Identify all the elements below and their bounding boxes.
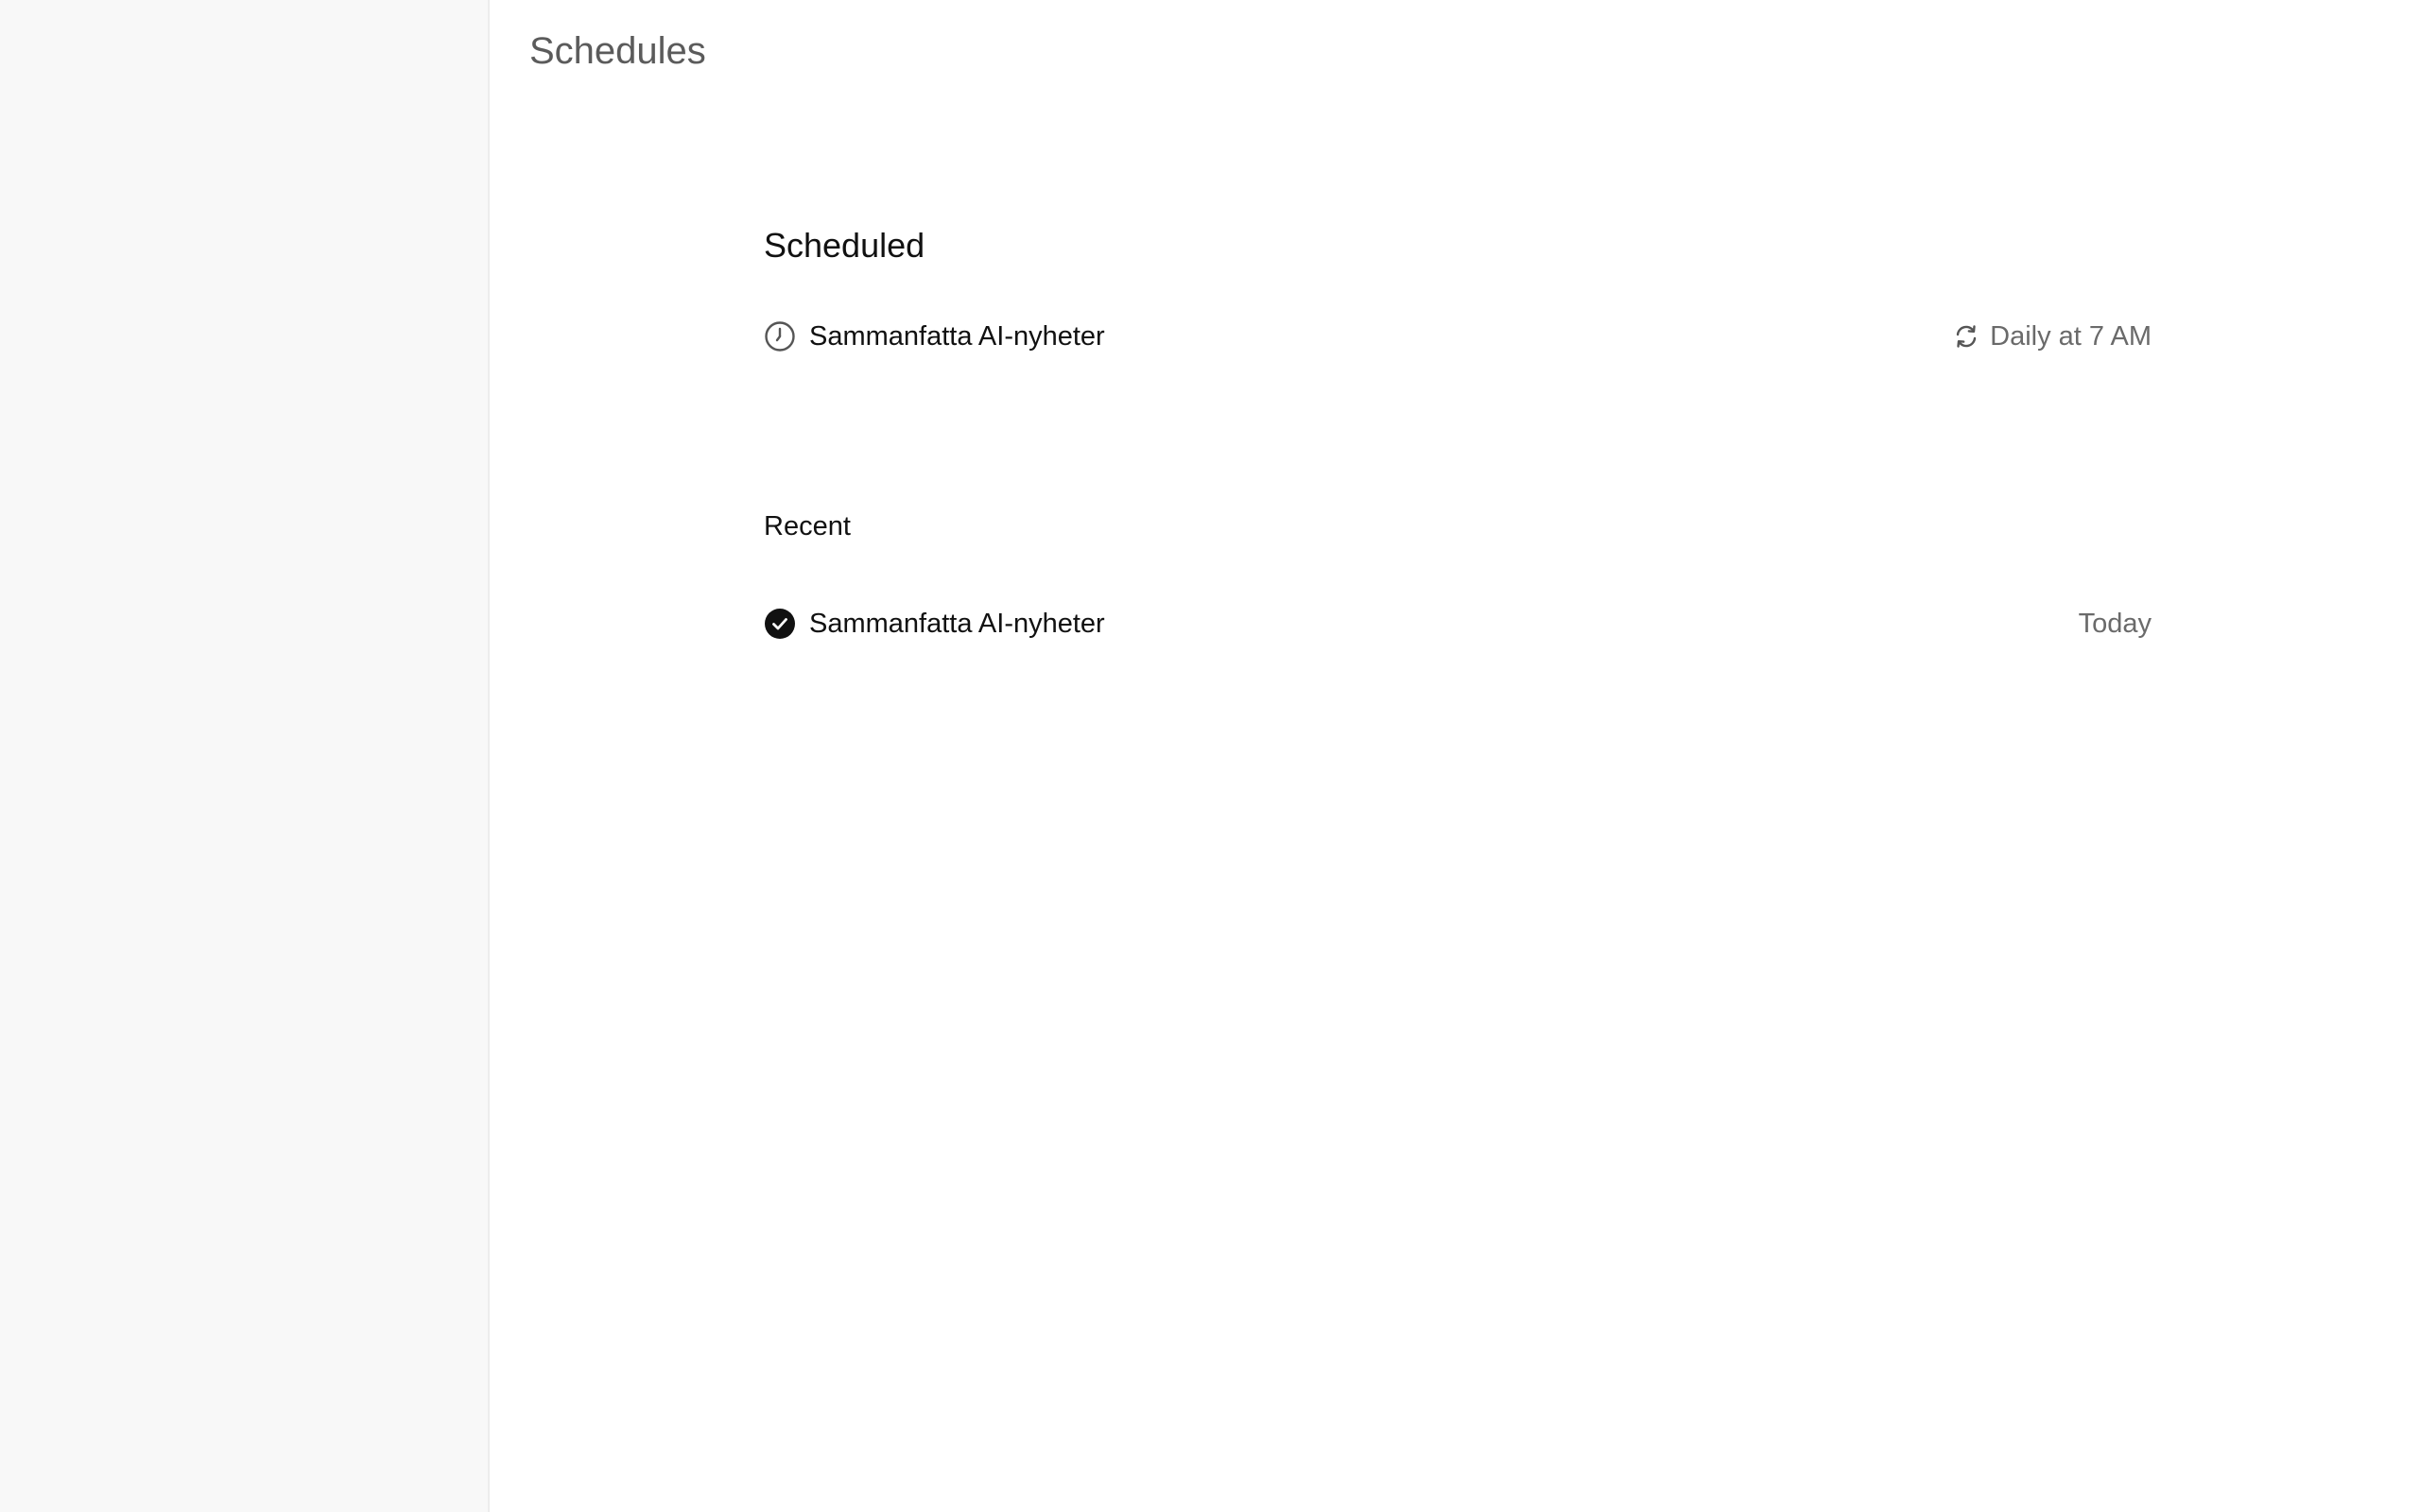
page-title: Schedules [529, 30, 706, 72]
scheduled-task-name: Sammanfatta AI-nyheter [809, 320, 1105, 352]
scheduled-task-row[interactable]: Sammanfatta AI-nyheter Daily at 7 AM [764, 314, 2152, 359]
recent-task-row[interactable]: Sammanfatta AI-nyheter Today [764, 601, 2152, 646]
scheduled-task-frequency: Daily at 7 AM [1952, 321, 2152, 352]
scheduled-task-frequency-label: Daily at 7 AM [1990, 320, 2152, 352]
repeat-icon [1952, 322, 1980, 351]
recent-section-heading: Recent [764, 511, 851, 541]
recent-task-when: Today [2078, 608, 2152, 639]
scheduled-section-heading: Scheduled [764, 226, 925, 265]
clock-icon [764, 320, 796, 352]
sidebar [0, 0, 490, 1512]
check-circle-icon [764, 608, 796, 640]
recent-task-name: Sammanfatta AI-nyheter [809, 608, 1105, 639]
main-panel: Schedules Scheduled Sammanfatta AI-nyhet… [492, 0, 2420, 1512]
